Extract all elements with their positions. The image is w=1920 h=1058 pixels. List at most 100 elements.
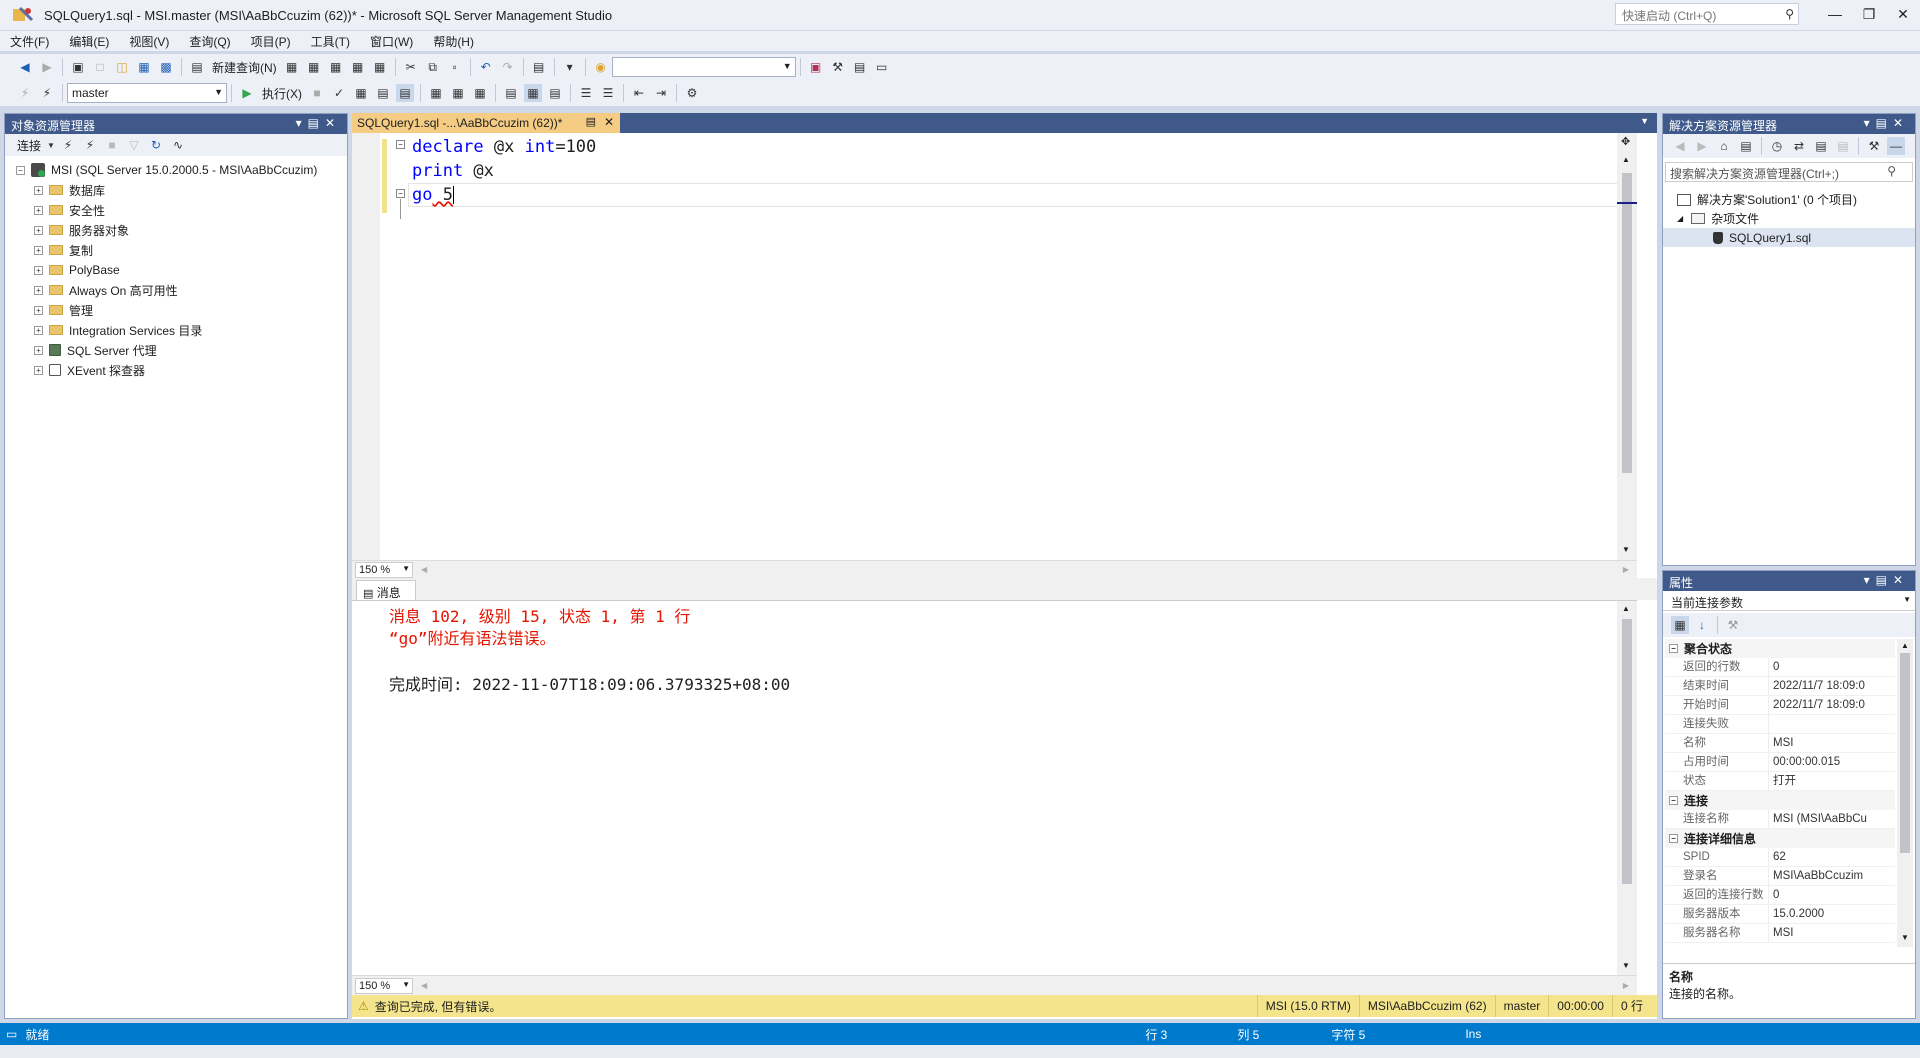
intellisense-icon[interactable]: ▤	[396, 84, 414, 102]
fold-collapse-icon[interactable]: −	[396, 140, 405, 149]
collapse-arrow-icon[interactable]: ◢	[1677, 214, 1683, 223]
scrollbar-thumb[interactable]	[1622, 619, 1632, 884]
editor-zoom-select[interactable]: 150 % ▼	[355, 561, 413, 578]
scroll-right-icon[interactable]: ▶	[1623, 565, 1629, 574]
db-engine-query-icon[interactable]: ▦	[283, 58, 301, 76]
fold-collapse-icon[interactable]: −	[396, 189, 405, 198]
tab-overflow-chevron-icon[interactable]: ▼	[1640, 116, 1649, 126]
expand-icon[interactable]: +	[34, 305, 43, 315]
live-stats-icon[interactable]: ▦	[449, 84, 467, 102]
tree-node-integration-services[interactable]: + Integration Services 目录	[5, 320, 347, 340]
refresh-icon[interactable]: ↻	[147, 136, 165, 154]
specify-template-values-icon[interactable]: ⚙	[683, 84, 701, 102]
property-category[interactable]: − 连接详细信息	[1665, 829, 1895, 848]
connect-dropdown[interactable]: 连接	[17, 137, 41, 154]
properties-object-select[interactable]: 当前连接参数 ▼	[1663, 591, 1915, 611]
comment-lines-icon[interactable]: ☰	[577, 84, 595, 102]
execute-icon[interactable]: ▶	[238, 84, 256, 102]
close-window-button[interactable]: ✕	[1886, 0, 1920, 30]
registered-servers-icon[interactable]: ▣	[807, 58, 825, 76]
collapse-icon[interactable]: −	[1669, 796, 1678, 805]
messages-zoom-select[interactable]: 150 % ▼	[355, 977, 413, 994]
tab-sqlquery1[interactable]: SQLQuery1.sql -...\AaBbCcuzim (62))* ▤ ✕	[352, 113, 620, 133]
new-project-icon[interactable]: ▣	[69, 58, 87, 76]
property-row[interactable]: 名称 MSI	[1665, 734, 1895, 753]
mdx-query-icon[interactable]: ▦	[305, 58, 323, 76]
find-combo[interactable]: ▼	[611, 57, 796, 77]
scroll-right-icon[interactable]: ▶	[1623, 981, 1629, 990]
close-icon[interactable]: ✕	[1893, 573, 1909, 587]
connect-icon[interactable]: ⚡	[16, 84, 34, 102]
minimize-button[interactable]: —	[1818, 0, 1852, 30]
scroll-up-icon[interactable]: ▲	[1622, 155, 1630, 164]
collapse-icon[interactable]: −	[1669, 644, 1678, 653]
menu-window[interactable]: 窗口(W)	[370, 33, 413, 50]
quick-launch-input[interactable]: 快速启动 (Ctrl+Q) ⚲	[1615, 3, 1799, 25]
xmla-query-icon[interactable]: ▦	[349, 58, 367, 76]
expand-icon[interactable]: +	[34, 345, 43, 355]
back-icon[interactable]: ◀	[16, 58, 34, 76]
results-to-grid-icon[interactable]: ▦	[524, 84, 542, 102]
menu-tools[interactable]: 工具(T)	[311, 33, 350, 50]
open-file-icon[interactable]: ◫	[113, 58, 131, 76]
tree-node-server-objects[interactable]: + 服务器对象	[5, 220, 347, 240]
editor-vertical-scrollbar[interactable]: ✥ ▲ ▼	[1617, 133, 1637, 560]
tab-messages[interactable]: ▤ 消息	[356, 580, 416, 600]
add-item-icon[interactable]: □	[91, 58, 109, 76]
property-row[interactable]: 服务器版本 15.0.2000	[1665, 905, 1895, 924]
expand-icon[interactable]: +	[34, 205, 43, 215]
properties-scrollbar[interactable]: ▲ ▼	[1897, 639, 1913, 947]
tree-node-security[interactable]: + 安全性	[5, 200, 347, 220]
property-row[interactable]: 状态 打开	[1665, 772, 1895, 791]
categorized-icon[interactable]: ▦	[1671, 616, 1689, 634]
forward-icon[interactable]: ▶	[1693, 137, 1711, 155]
disconnect-icon[interactable]: ⚡	[81, 136, 99, 154]
window-position-icon[interactable]: ▾	[1864, 116, 1876, 130]
scroll-up-icon[interactable]: ▲	[1622, 604, 1630, 613]
sql-code-editor[interactable]: − − declare @x int=100 print @x go 5 ✥ ▲…	[352, 133, 1637, 560]
menu-file[interactable]: 文件(F)	[10, 33, 49, 50]
preview-icon[interactable]: —	[1887, 137, 1905, 155]
cut-icon[interactable]: ✂	[402, 58, 420, 76]
new-query-icon[interactable]: ▤	[188, 58, 206, 76]
change-connection-icon[interactable]: ⚡	[38, 84, 56, 102]
switch-views-icon[interactable]: ▤	[1737, 137, 1755, 155]
tree-node-xevent-profiler[interactable]: + XEvent 探查器	[5, 360, 347, 380]
toolbox-icon[interactable]: ▤	[851, 58, 869, 76]
expand-icon[interactable]: +	[34, 245, 43, 255]
tree-node-sql-agent[interactable]: + SQL Server 代理	[5, 340, 347, 360]
solution-node[interactable]: 解决方案'Solution1' (0 个项目)	[1663, 190, 1915, 209]
maximize-button[interactable]: ❐	[1852, 0, 1886, 30]
scroll-down-icon[interactable]: ▼	[1622, 961, 1630, 970]
menu-query[interactable]: 查询(Q)	[189, 33, 230, 50]
chevron-down-icon[interactable]: ▼	[47, 136, 55, 154]
expand-icon[interactable]: +	[34, 185, 43, 195]
save-icon[interactable]: ▦	[135, 58, 153, 76]
database-select[interactable]: master ▼	[67, 83, 227, 103]
results-to-file-icon[interactable]: ▤	[546, 84, 564, 102]
pin-icon[interactable]: ▤	[1876, 116, 1893, 130]
forward-icon[interactable]: ▶	[38, 58, 56, 76]
solution-search-input[interactable]: 搜索解决方案资源管理器(Ctrl+;) ⚲	[1665, 162, 1913, 182]
property-row[interactable]: 返回的行数 0	[1665, 658, 1895, 677]
tree-node-always-on[interactable]: + Always On 高可用性	[5, 280, 347, 300]
collapse-icon[interactable]: −	[16, 165, 25, 175]
scroll-left-icon[interactable]: ◀	[421, 981, 427, 990]
stop-icon[interactable]: ■	[103, 136, 121, 154]
property-row[interactable]: 开始时间 2022/11/7 18:09:0	[1665, 696, 1895, 715]
pin-icon[interactable]: ▤	[586, 115, 596, 128]
sync-icon[interactable]: ⇄	[1790, 137, 1808, 155]
properties-wrench-icon[interactable]: ⚒	[829, 58, 847, 76]
menu-view[interactable]: 视图(V)	[129, 33, 169, 50]
new-query-button[interactable]: 新建查询(N)	[212, 59, 277, 76]
property-row[interactable]: 占用时间 00:00:00.015	[1665, 753, 1895, 772]
results-to-text-icon[interactable]: ▤	[502, 84, 520, 102]
scrollbar-thumb[interactable]	[1622, 173, 1632, 473]
expand-icon[interactable]: +	[34, 285, 43, 295]
scroll-down-icon[interactable]: ▼	[1901, 933, 1909, 942]
collapse-icon[interactable]: −	[1669, 834, 1678, 843]
property-pages-wrench-icon[interactable]: ⚒	[1724, 616, 1742, 634]
close-icon[interactable]: ✕	[325, 116, 341, 130]
property-row[interactable]: 服务器名称 MSI	[1665, 924, 1895, 943]
tree-node-management[interactable]: + 管理	[5, 300, 347, 320]
